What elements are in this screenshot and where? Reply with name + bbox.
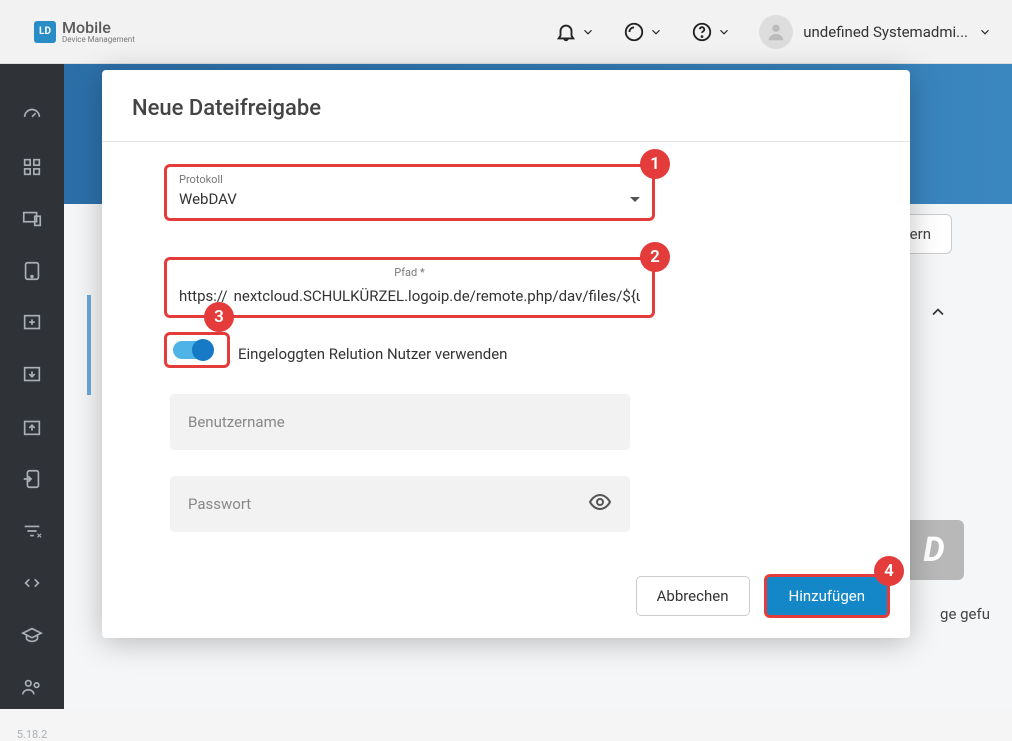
toggle-label: Eingeloggten Relution Nutzer verwenden (238, 345, 507, 363)
password-placeholder: Passwort (188, 495, 251, 513)
show-password-button[interactable] (588, 490, 612, 518)
username-placeholder: Benutzername (188, 413, 285, 431)
dropdown-arrow-icon (630, 197, 640, 202)
annotation-marker-3: 3 (204, 302, 234, 332)
use-logged-user-toggle-wrap (164, 332, 230, 368)
protocol-select[interactable]: Protokoll WebDAV 1 (164, 164, 655, 221)
password-input[interactable]: Passwort (170, 476, 630, 532)
new-fileshare-modal: Neue Dateifreigabe Protokoll WebDAV 1 Pf… (102, 70, 910, 638)
username-input[interactable]: Benutzername (170, 394, 630, 450)
protocol-value: WebDAV (179, 190, 237, 208)
add-button[interactable]: Hinzufügen (764, 574, 891, 618)
annotation-marker-4: 4 (874, 556, 904, 586)
eye-icon (588, 490, 612, 514)
annotation-marker-1: 1 (640, 149, 670, 179)
use-logged-user-toggle[interactable] (173, 341, 213, 359)
cancel-button[interactable]: Abbrechen (636, 576, 750, 616)
version-label: 5.18.2 (17, 728, 48, 741)
path-label: Pfad * (167, 266, 652, 279)
path-field-wrap: Pfad * https:// 2 (164, 257, 655, 318)
path-input[interactable] (234, 287, 640, 305)
modal-overlay: Neue Dateifreigabe Protokoll WebDAV 1 Pf… (0, 0, 1012, 709)
modal-footer: Abbrechen Hinzufügen 4 (636, 574, 890, 618)
modal-title: Neue Dateifreigabe (102, 70, 910, 141)
protocol-label: Protokoll (179, 173, 640, 186)
annotation-marker-2: 2 (640, 242, 670, 272)
